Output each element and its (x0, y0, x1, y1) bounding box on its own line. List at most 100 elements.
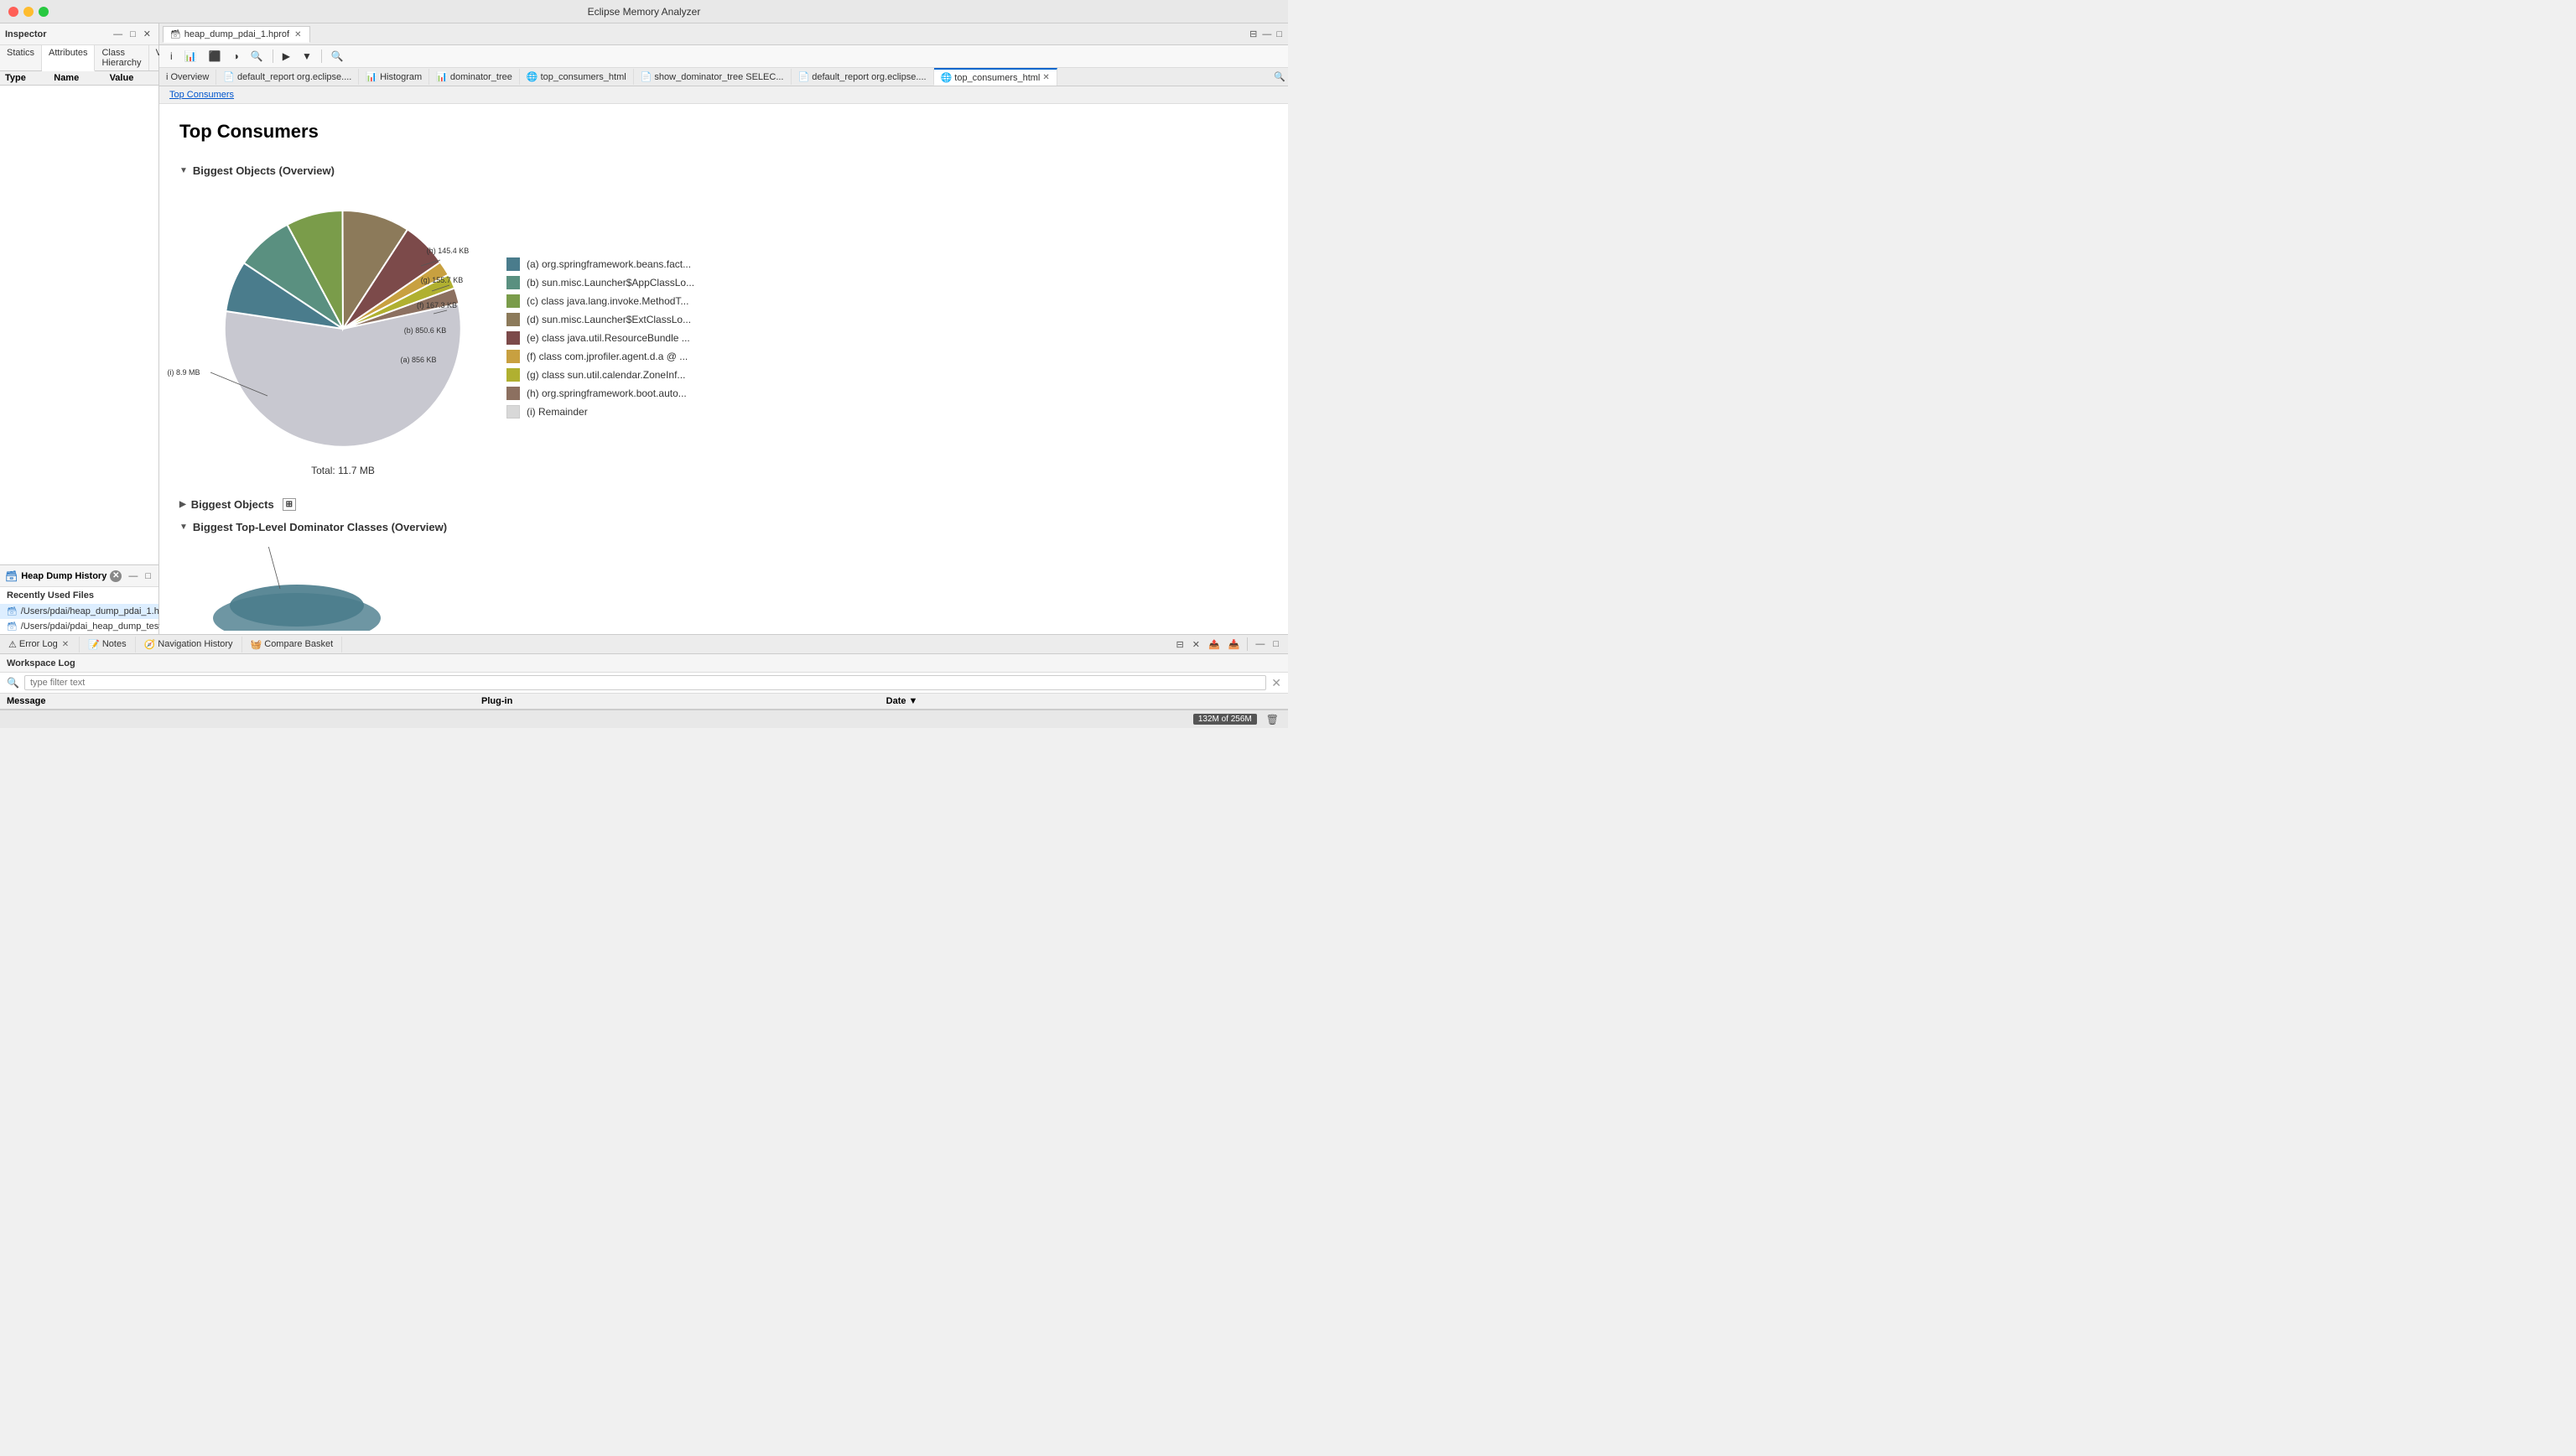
min-editor-button[interactable]: — (1259, 29, 1274, 40)
heap-file-1[interactable]: 🗃 /Users/pdai/heap_dump_pdai_1.hprof (0, 604, 158, 619)
file-tab-heap-dump[interactable]: 🗃 heap_dump_pdai_1.hprof ✕ (163, 26, 310, 43)
tab-nav-history-icon: 🧭 (144, 639, 156, 650)
heap-history-min-button[interactable]: — (126, 570, 140, 582)
filter-clear-button[interactable]: ✕ (1271, 676, 1281, 690)
tab-histogram[interactable]: 📊 Histogram (359, 69, 429, 85)
toolbar: i 📊 ⬛ ◑ 🔍 ▶ ▼ 🔍 (159, 45, 1288, 68)
chart-label-f: (f) 167.3 KB (417, 301, 457, 309)
tab-dominator-tree[interactable]: 📊 dominator_tree (429, 69, 520, 85)
content-area[interactable]: Top Consumers Top Consumers ▼ Biggest Ob… (159, 86, 1288, 634)
legend-text-c: (c) class java.lang.invoke.MethodT... (527, 295, 688, 307)
bottom-export-button[interactable]: 📤 (1206, 638, 1223, 651)
legend-item-g: (g) class sun.util.calendar.ZoneInf... (506, 368, 694, 382)
section-label-2: Biggest Objects (191, 498, 274, 511)
bottom-clear-button[interactable]: ✕ (1190, 638, 1202, 651)
inspector-min-button[interactable]: — (111, 28, 125, 40)
content-tabs-search[interactable]: 🔍 (1271, 70, 1288, 83)
inspector-header: Inspector — □ ✕ (0, 23, 158, 45)
tab-show-dominator-label: show_dominator_tree SELEC... (654, 72, 783, 82)
view-menu-button[interactable]: ⊟ (1247, 28, 1259, 40)
tab-statics[interactable]: Statics (0, 45, 42, 70)
oql-dropdown-button[interactable]: ▼ (298, 48, 316, 65)
legend-text-d: (d) sun.misc.Launcher$ExtClassLo... (527, 314, 691, 325)
legend-item-h: (h) org.springframework.boot.auto... (506, 387, 694, 400)
log-col-date[interactable]: Date ▼ (880, 694, 1288, 710)
leak-suspects-button[interactable]: 🔍 (247, 48, 267, 65)
section-biggest-objects-overview[interactable]: ▼ Biggest Objects (Overview) (179, 159, 1268, 182)
bottom-sep (1247, 637, 1248, 651)
tab-top-consumers-2[interactable]: 🌐 top_consumers_html ✕ (934, 68, 1057, 86)
bottom-import-button[interactable]: 📥 (1226, 638, 1243, 651)
bottom-area: ⚠ Error Log ✕ 📝 Notes 🧭 Navigation Histo… (0, 634, 1288, 710)
legend-text-a: (a) org.springframework.beans.fact... (527, 258, 691, 270)
bottom-min-button[interactable]: — (1253, 638, 1267, 650)
file-tab-close[interactable]: ✕ (293, 30, 303, 39)
file-tab-icon: 🗃 (170, 30, 181, 39)
tab-default-report-2-icon: 📄 (798, 71, 810, 82)
close-button[interactable] (8, 7, 18, 17)
legend-text-h: (h) org.springframework.boot.auto... (527, 387, 687, 399)
bottom-max-button[interactable]: □ (1270, 638, 1281, 650)
tab-class-hierarchy[interactable]: Class Hierarchy (95, 45, 148, 70)
file-tab-bar: 🗃 heap_dump_pdai_1.hprof ✕ ⊟ — □ (159, 23, 1288, 45)
memory-usage: 132M of 256M (1193, 714, 1257, 725)
tab-notes[interactable]: 📝 Notes (80, 637, 135, 653)
histogram-button[interactable]: 📊 (180, 48, 201, 65)
bottom-copy-button[interactable]: ⊟ (1174, 638, 1187, 651)
tab-nav-history[interactable]: 🧭 Navigation History (136, 637, 242, 653)
dom-tree-button[interactable]: ⬛ (205, 48, 226, 65)
info-button[interactable]: i (166, 48, 177, 65)
legend-item-c: (c) class java.lang.invoke.MethodT... (506, 294, 694, 308)
pie-chart: (h) 145.4 KB (g) 155.7 KB (f) 167.3 KB (… (213, 199, 473, 459)
workspace-log-label: Workspace Log (7, 658, 75, 668)
breadcrumb-text[interactable]: Top Consumers (169, 90, 234, 100)
gc-button[interactable]: 🗑 (1264, 713, 1281, 726)
section-biggest-objects[interactable]: ▶ Biggest Objects ⊞ (179, 493, 1268, 516)
tab-compare-basket[interactable]: 🧺 Compare Basket (242, 637, 343, 653)
left-panel: Inspector — □ ✕ Statics Attributes Class… (0, 23, 159, 634)
tab-histogram-icon: 📊 (366, 71, 377, 82)
biggest-objects-icon[interactable]: ⊞ (283, 498, 296, 511)
maximize-button[interactable] (39, 7, 49, 17)
tab-default-report-1-label: default_report org.eclipse.... (237, 72, 351, 82)
log-col-plugin[interactable]: Plug-in (475, 694, 880, 710)
tab-show-dominator-icon: 📄 (641, 71, 652, 82)
search-button[interactable]: 🔍 (327, 48, 348, 65)
legend-color-d (506, 313, 520, 326)
oql-button[interactable]: ▶ (278, 48, 294, 65)
tab-error-log-label: Error Log (19, 639, 58, 649)
window-title: Eclipse Memory Analyzer (588, 6, 701, 18)
file-tab-label: heap_dump_pdai_1.hprof (184, 29, 289, 39)
inspector-close-button[interactable]: ✕ (141, 28, 153, 40)
tab-error-log-close[interactable]: ✕ (60, 640, 70, 649)
legend: (a) org.springframework.beans.fact... (b… (506, 257, 694, 419)
legend-item-f: (f) class com.jprofiler.agent.d.a @ ... (506, 350, 694, 363)
filter-input[interactable] (24, 675, 1266, 690)
minimize-button[interactable] (23, 7, 34, 17)
heap-history-label: Heap Dump History (21, 571, 106, 581)
legend-text-b: (b) sun.misc.Launcher$AppClassLo... (527, 277, 694, 289)
chart-label-g: (g) 155.7 KB (421, 276, 464, 284)
bottom-toolbar: ⊟ ✕ 📤 📥 — □ (1174, 637, 1289, 651)
tab-default-report-1[interactable]: 📄 default_report org.eclipse.... (216, 69, 359, 85)
tab-show-dominator[interactable]: 📄 show_dominator_tree SELEC... (634, 69, 792, 85)
editor-area: Inspector — □ ✕ Statics Attributes Class… (0, 23, 1288, 634)
dominator-chart: (a) 5.3 MB (213, 547, 381, 633)
tab-attributes[interactable]: Attributes (42, 45, 95, 71)
heap-history: 🗃 Heap Dump History ✕ — □ Recently Used … (0, 564, 158, 634)
tab-overview[interactable]: i Overview (159, 70, 216, 85)
inspector-max-button[interactable]: □ (127, 28, 138, 40)
section-dominator[interactable]: ▼ Biggest Top-Level Dominator Classes (O… (179, 516, 1268, 538)
heap-file-2[interactable]: 🗃 /Users/pdai/pdai_heap_dump_test.hprof (0, 619, 158, 634)
section-toggle-3: ▼ (179, 523, 188, 532)
tab-top-consumers-2-close[interactable]: ✕ (1042, 73, 1049, 82)
status-bar: 132M of 256M 🗑 (0, 710, 1288, 728)
tab-error-log[interactable]: ⚠ Error Log ✕ (0, 637, 80, 653)
tab-default-report-2[interactable]: 📄 default_report org.eclipse.... (792, 69, 934, 85)
tab-top-consumers-1[interactable]: 🌐 top_consumers_html (520, 69, 634, 85)
max-editor-button[interactable]: □ (1274, 29, 1285, 40)
log-col-message[interactable]: Message (0, 694, 475, 710)
legend-item-e: (e) class java.util.ResourceBundle ... (506, 331, 694, 345)
top-consumers-button[interactable]: ◑ (229, 48, 243, 65)
heap-history-max-button[interactable]: □ (143, 570, 153, 582)
